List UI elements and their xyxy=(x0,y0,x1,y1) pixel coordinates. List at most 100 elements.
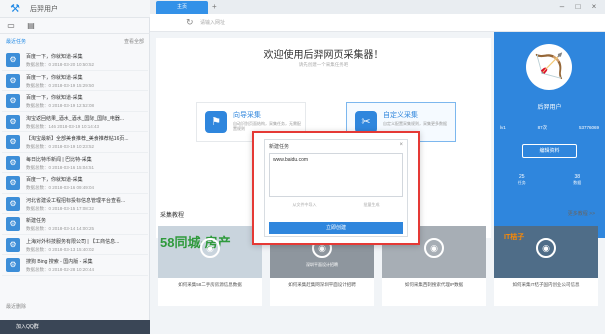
tutorial-text: 如何采集58二手房房源信息数据 xyxy=(178,282,242,287)
close-icon[interactable]: × xyxy=(399,142,403,148)
tutorial-thumbnail: 58同城·房产 ◉ xyxy=(158,226,262,278)
profile-name: 后羿用户 xyxy=(537,105,562,111)
task-icon: ⚙ xyxy=(6,94,20,108)
list-item[interactable]: ⚙ 百度一下，你就知道-采集 数据总数：0 2018-03-16 09:49:04 xyxy=(2,173,148,194)
close-window-icon[interactable]: × xyxy=(589,2,599,12)
url-textarea[interactable]: www.baidu.com xyxy=(269,153,403,197)
list-item[interactable]: ⚙ 百度一下，你就知道-采集 数据总数：0 2018-03-19 15:29:50 xyxy=(2,71,148,91)
list-item[interactable]: ⚙ 每日比特币新闻 | 巴比特-采集 数据总数：0 2018-03-16 15:04… xyxy=(2,153,148,173)
welcome-subtitle: 请先创建一个采集任务吧 xyxy=(298,62,349,67)
profile-data: 38 数据 xyxy=(550,174,605,198)
list-item[interactable]: ⚙ 上海对外科技服务有限公司 | 【工商信息... 数据总数：0 2018-03-1… xyxy=(2,235,148,255)
smart-mode-label: 向导采集 xyxy=(233,112,261,119)
import-from-file-link[interactable]: 从文件中导入 xyxy=(293,202,317,208)
tutorial-text: 如何采集IT桔子国内创业公司信息 xyxy=(512,282,580,287)
tutorial-card[interactable]: 58同城·房产 ◉ 如何采集58二手房房源信息数据 xyxy=(158,226,262,306)
task-name: 新建任务 xyxy=(26,218,47,224)
task-icon: ⚙ xyxy=(6,135,20,149)
add-tab-icon[interactable]: + xyxy=(212,2,217,11)
list-item[interactable]: ⚙ 河北省建设工程招标投标信息管理平台查看... 数据总数：0 2018-03-15… xyxy=(2,194,148,214)
task-meta: 数据总数：0 2018-03-20 10:50:52 xyxy=(26,62,95,67)
list-item[interactable]: ⚙ 百度一下，你就知道-采集数据总数：0 2018-03-20 10:50:52 xyxy=(2,50,148,71)
task-icon: ⚙ xyxy=(6,258,20,272)
task-meta: 数据总数：0 2018-03-15 17:08:32 xyxy=(26,205,95,211)
new-file-icon[interactable]: ▭ xyxy=(6,21,16,31)
join-qq-group[interactable]: 加入QQ群 xyxy=(0,320,150,334)
tab-home[interactable]: 主页 xyxy=(156,1,208,14)
task-name: 每日比特币新闻 | 巴比特-采集 xyxy=(26,156,92,163)
welcome-title: 欢迎使用后羿网页采集器！ xyxy=(263,50,384,61)
task-icon: ⚙ xyxy=(6,114,20,129)
task-meta: 数据总数：0 2018-03-14 14:00:25 xyxy=(26,226,95,231)
task-icon: ⚙ xyxy=(6,53,20,67)
task-icon: ⚙ xyxy=(6,176,20,190)
task-name: 搜狗 Bing 搜索 - 国内版 - 采集 xyxy=(26,259,93,265)
eye-icon: ◉ xyxy=(424,238,444,258)
maximize-icon[interactable]: □ xyxy=(573,2,583,12)
task-meta: 数据总数：0 2018-03-16 15:04:51 xyxy=(26,164,95,170)
list-item[interactable]: ⚙ 搜狗 Bing 搜索 - 国内版 - 采集 数据总数：0 2018-02-28 … xyxy=(2,255,148,276)
thumb-brand: 58同城·房产 xyxy=(160,235,231,250)
tutorial-thumbnail: IT桔子 ◉ xyxy=(494,226,598,278)
profile-tasks: 25 任务 xyxy=(494,174,550,198)
sidebar: ▭ ▤ 最近任务 查看全部 ⚙ 百度一下，你就知道-采集 数据总数：0 2018-0… xyxy=(0,18,150,334)
folder-icon[interactable]: ▤ xyxy=(26,21,36,31)
new-task-modal: 新建任务 × www.baidu.com 从文件中导入 批量生成 立即创建 xyxy=(264,139,408,237)
app-user-name[interactable]: 后羿用户 xyxy=(30,4,58,14)
custom-mode-label: 自定义采集 xyxy=(383,112,418,119)
list-item[interactable]: ⚙ 【淘宝最新】全部美食推荐_美食推荐帖16页... 数据总数：0 2018-03-… xyxy=(2,132,148,153)
profile-id: 53776069 xyxy=(578,125,599,130)
tutorial-title: 采集教程 xyxy=(160,213,185,219)
thumb-caption: 深圳平面设计招聘 xyxy=(306,262,338,267)
profile-card: 🏹 后羿用户 lv1 87次 53776069 编辑资料 25 任务 38 数据 xyxy=(494,32,605,238)
sidebar-toolbar: ▭ ▤ xyxy=(0,18,150,34)
recent-tasks-header: 最近任务 查看全部 xyxy=(4,38,146,46)
profile-level: lv1 xyxy=(500,125,506,130)
task-icon: ⚙ xyxy=(6,217,20,231)
list-item[interactable]: ⚙ 新建任务数据总数：0 2018-03-14 14:00:25 xyxy=(2,214,148,235)
task-name: 上海对外科技服务有限公司 | 【工商信息... xyxy=(26,238,120,245)
more-tutorials-link[interactable]: 更多教程 >> xyxy=(568,210,595,217)
signpost-icon: ⚑ xyxy=(205,111,227,133)
task-icon: ⚙ xyxy=(6,73,20,88)
task-meta: 数据总数：0 2018-03-19 12:52:08 xyxy=(26,103,95,108)
minimize-icon[interactable]: – xyxy=(557,2,567,12)
task-list: ⚙ 百度一下，你就知道-采集 数据总数：0 2018-03-20 10:50:52 ⚙… xyxy=(2,50,148,276)
task-meta: 数据总数：0 2018-03-13 15:40:02 xyxy=(26,246,95,252)
avatar[interactable]: 🏹 xyxy=(526,44,572,90)
task-meta: 数据总数：0 2018-02-28 10:20:44 xyxy=(26,267,95,272)
smart-mode-desc: 自动识别页面结构，采集任务，无需配置规则 xyxy=(233,121,301,131)
tasks-label: 任务 xyxy=(517,180,526,185)
window-controls: – □ × xyxy=(557,2,599,12)
profile-stats: lv1 87次 53776069 xyxy=(500,122,599,134)
custom-mode-desc: 自定义配置采集规则，采集更多数据 xyxy=(383,121,447,126)
thumb-brand: IT桔子 xyxy=(504,234,525,241)
eye-icon: ◉ xyxy=(536,238,556,258)
tab-bar: 主页 + xyxy=(150,0,605,14)
batch-generate-link[interactable]: 批量生成 xyxy=(364,202,380,208)
create-now-button[interactable]: 立即创建 xyxy=(269,222,403,234)
task-name: 百度一下，你就知道-采集 xyxy=(26,74,83,81)
edit-profile-button[interactable]: 编辑资料 xyxy=(522,144,577,158)
refresh-icon[interactable]: ↻ xyxy=(186,17,194,28)
task-meta: 数据总数：146 2018-03-19 10:14:43 xyxy=(26,123,100,129)
task-name: 【淘宝最新】全部美食推荐_美食推荐帖16页... xyxy=(26,136,129,142)
task-name: 河北省建设工程招标投标信息管理平台查看... xyxy=(26,197,126,204)
view-all-link[interactable]: 查看全部 xyxy=(124,38,144,45)
tutorial-card[interactable]: IT桔子 ◉ 如何采集IT桔子国内创业公司信息 xyxy=(494,226,598,306)
task-meta: 数据总数：0 2018-03-16 09:49:04 xyxy=(26,185,95,190)
new-task-modal-highlight: 新建任务 × www.baidu.com 从文件中导入 批量生成 立即创建 xyxy=(252,131,420,245)
recent-deleted-link[interactable]: 最近删除 xyxy=(6,303,26,310)
task-name: 百度一下，你就知道-采集 xyxy=(26,54,83,60)
list-item[interactable]: ⚙ 百度一下，你就知道-采集数据总数：0 2018-03-19 12:52:08 xyxy=(2,91,148,112)
list-item[interactable]: ⚙ 淘宝返回结果_酒水_酒水_国际_国际_电器... 数据总数：146 2018-0… xyxy=(2,112,148,132)
url-input[interactable]: 请输入网址 xyxy=(200,18,340,28)
task-icon: ⚙ xyxy=(6,155,20,170)
modal-options: 从文件中导入 批量生成 xyxy=(269,202,403,208)
profile-summary: 25 任务 38 数据 xyxy=(494,174,605,198)
task-meta: 数据总数：0 2018-03-19 15:29:50 xyxy=(26,82,95,88)
url-bar: ↻ 请输入网址 xyxy=(150,14,605,32)
task-icon: ⚙ xyxy=(6,237,20,252)
task-name: 百度一下，你就知道-采集 xyxy=(26,95,83,101)
task-name: 淘宝返回结果_酒水_酒水_国际_国际_电器... xyxy=(26,115,125,122)
